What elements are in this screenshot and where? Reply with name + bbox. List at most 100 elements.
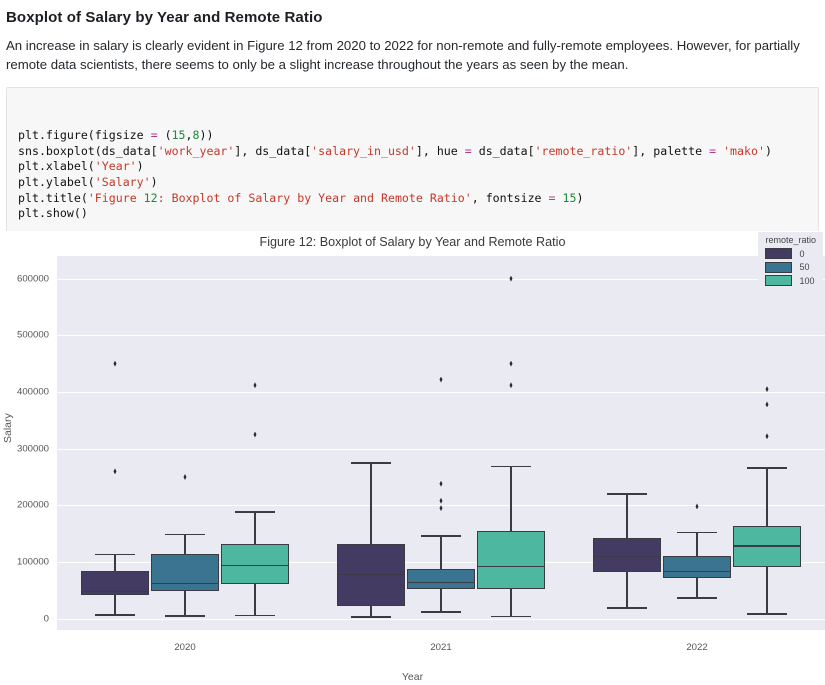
boxplot-cap-upper bbox=[350, 462, 392, 464]
y-axis-label: Salary bbox=[2, 413, 14, 443]
legend-swatch bbox=[765, 248, 793, 259]
boxplot-whisker-upper bbox=[114, 553, 116, 571]
boxplot-whisker-lower bbox=[254, 583, 256, 615]
boxplot-cap-upper bbox=[746, 467, 788, 469]
gridline bbox=[57, 618, 825, 620]
boxplot-whisker-lower bbox=[626, 571, 628, 608]
y-tick-label: 300000 bbox=[16, 443, 49, 455]
legend-label: 0 bbox=[799, 248, 805, 259]
boxplot-cap-lower bbox=[164, 615, 206, 617]
y-tick-label: 500000 bbox=[16, 329, 49, 341]
legend-label: 50 bbox=[799, 262, 810, 272]
boxplot-cap-lower bbox=[746, 613, 788, 615]
boxplot-outlier bbox=[509, 382, 513, 389]
boxplot-whisker-upper bbox=[440, 535, 442, 570]
x-axis-label: Year bbox=[401, 671, 424, 683]
legend-item[interactable]: 50 bbox=[765, 261, 816, 273]
boxplot-whisker-lower bbox=[696, 577, 698, 598]
y-tick-label: 200000 bbox=[16, 499, 49, 511]
boxplot-outlier bbox=[765, 433, 769, 440]
x-tick-label: 2022 bbox=[686, 642, 708, 653]
boxplot-box bbox=[477, 530, 545, 589]
boxplot-cap-lower bbox=[606, 607, 648, 609]
boxplot-cap-upper bbox=[420, 535, 462, 537]
legend-item[interactable]: 0 bbox=[765, 248, 816, 259]
boxplot-cap-upper bbox=[490, 465, 532, 468]
legend-item[interactable]: 100 bbox=[765, 275, 816, 286]
boxplot-whisker-upper bbox=[370, 462, 372, 545]
boxplot-whisker-lower bbox=[184, 591, 186, 616]
boxplot-median bbox=[593, 555, 661, 558]
boxplot-cap-lower bbox=[234, 614, 276, 617]
boxplot-whisker-lower bbox=[440, 588, 442, 612]
chart-title: Figure 12: Boxplot of Salary by Year and… bbox=[259, 235, 566, 249]
code-line: sns.boxplot(ds_data['work_year'], ds_dat… bbox=[18, 143, 772, 158]
boxplot-median bbox=[733, 545, 801, 547]
boxplot-whisker-upper bbox=[254, 511, 256, 545]
boxplot-median bbox=[663, 570, 731, 573]
boxplot-outlier bbox=[113, 468, 117, 475]
legend-swatch bbox=[765, 275, 793, 286]
boxplot-box bbox=[407, 569, 475, 589]
boxplot-outlier bbox=[183, 474, 187, 480]
boxplot-whisker-upper bbox=[184, 533, 186, 555]
boxplot-median bbox=[337, 573, 405, 576]
code-line: plt.title('Figure 12: Boxplot of Salary … bbox=[18, 190, 584, 205]
boxplot-whisker-upper bbox=[766, 467, 768, 527]
boxplot-outlier bbox=[439, 497, 443, 504]
boxplot-cap-lower bbox=[350, 616, 392, 618]
boxplot-outlier bbox=[765, 401, 769, 408]
y-tick-label: 100000 bbox=[16, 556, 49, 568]
y-tick-label: 0 bbox=[43, 613, 49, 625]
plot-area bbox=[57, 256, 825, 630]
gridline bbox=[57, 392, 825, 393]
boxplot-cap-lower bbox=[94, 614, 136, 616]
x-tick-label: 2021 bbox=[430, 642, 452, 653]
boxplot-whisker-lower bbox=[510, 588, 512, 616]
boxplot-outlier bbox=[113, 360, 117, 367]
boxplot-median bbox=[221, 564, 289, 567]
code-line: plt.xlabel('Year') bbox=[18, 159, 144, 174]
boxplot-box bbox=[337, 544, 405, 607]
code-line: plt.show() bbox=[18, 206, 88, 221]
boxplot-cap-upper bbox=[676, 531, 718, 534]
gridline bbox=[57, 278, 825, 280]
boxplot-whisker-lower bbox=[766, 566, 768, 613]
boxplot-cap-upper bbox=[234, 511, 276, 513]
boxplot-cap-upper bbox=[164, 533, 206, 536]
boxplot-outlier bbox=[439, 480, 443, 487]
boxplot-outlier bbox=[509, 360, 513, 367]
boxplot-median bbox=[407, 581, 475, 584]
boxplot-cap-lower bbox=[676, 597, 718, 599]
legend-label: 100 bbox=[799, 275, 815, 286]
boxplot-outlier bbox=[253, 382, 257, 389]
boxplot-cap-upper bbox=[606, 493, 648, 495]
boxplot-outlier bbox=[509, 275, 513, 282]
boxplot-cap-lower bbox=[420, 611, 462, 613]
gridline bbox=[57, 448, 825, 450]
boxplot-whisker-upper bbox=[626, 493, 628, 539]
notebook-page: Boxplot of Salary by Year and Remote Rat… bbox=[0, 9, 825, 685]
x-tick-label: 2020 bbox=[174, 642, 196, 653]
page-title: Boxplot of Salary by Year and Remote Rat… bbox=[6, 9, 323, 26]
boxplot-whisker-upper bbox=[696, 531, 698, 557]
boxplot-box bbox=[151, 554, 219, 592]
code-line: plt.figure(figsize = (15,8)) bbox=[18, 128, 214, 143]
boxplot-outlier bbox=[253, 431, 257, 438]
y-tick-label: 400000 bbox=[16, 386, 49, 398]
boxplot-outlier bbox=[439, 376, 443, 383]
boxplot-whisker-lower bbox=[370, 606, 372, 617]
legend-title: remote_ratio bbox=[765, 235, 816, 245]
boxplot-median bbox=[81, 590, 149, 593]
legend-swatch bbox=[765, 261, 793, 273]
description-paragraph: An increase in salary is clearly evident… bbox=[6, 38, 800, 72]
code-line: plt.ylabel('Salary') bbox=[18, 174, 158, 189]
y-tick-label: 600000 bbox=[16, 273, 49, 285]
gridline bbox=[57, 335, 825, 337]
boxplot-box bbox=[663, 556, 731, 578]
boxplot-whisker-upper bbox=[510, 465, 512, 531]
chart-legend[interactable]: remote_ratio 0 50 100 bbox=[758, 232, 823, 293]
boxplot-cap-upper bbox=[94, 553, 136, 555]
boxplot-cap-lower bbox=[490, 615, 532, 618]
chart-figure: Figure 12: Boxplot of Salary by Year and… bbox=[0, 231, 825, 685]
